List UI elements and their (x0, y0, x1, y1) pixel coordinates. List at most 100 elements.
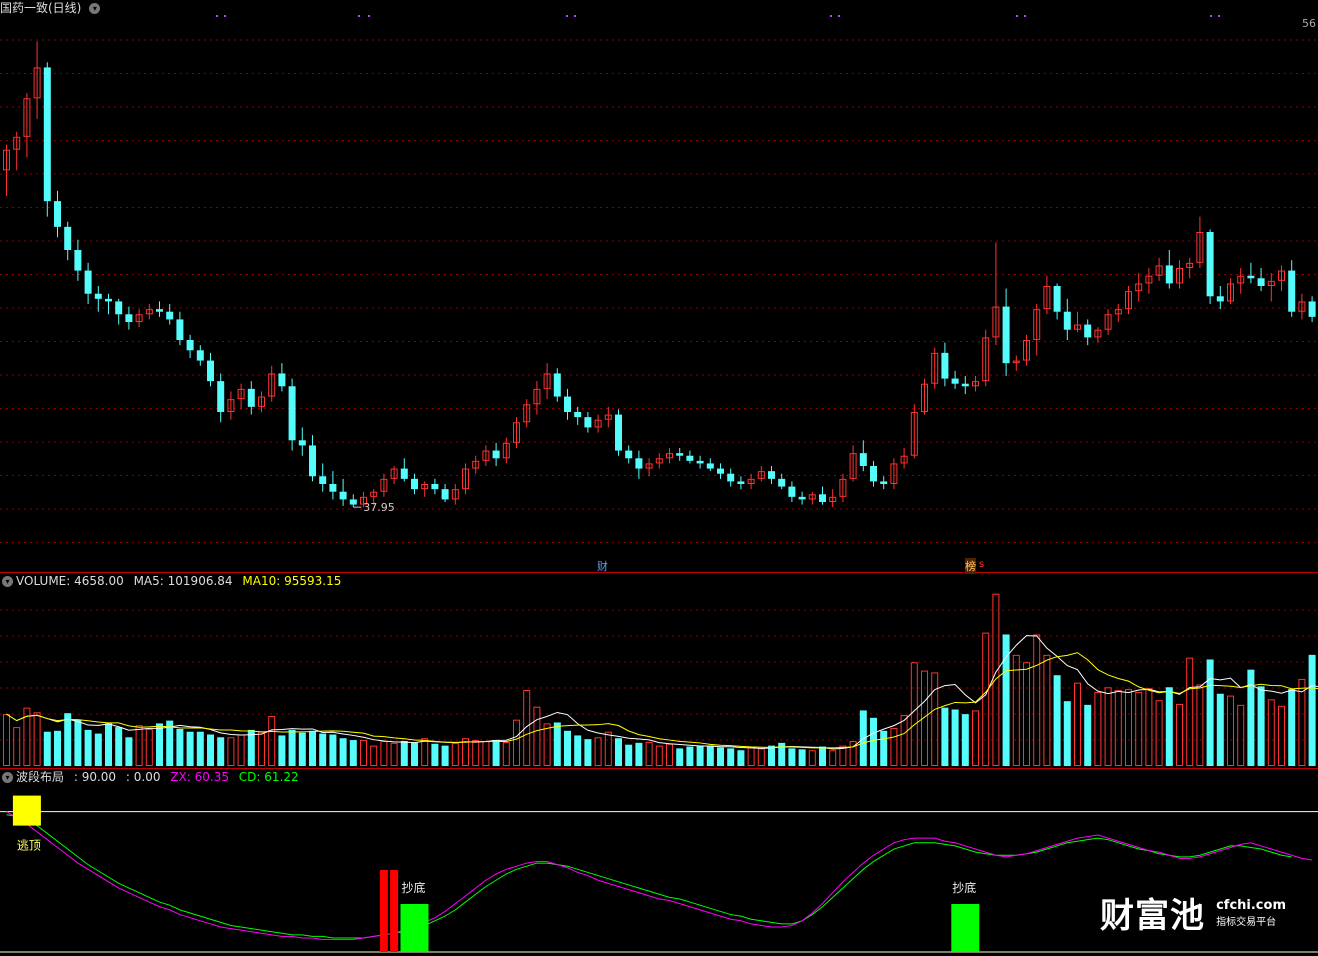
candle-body (298, 440, 306, 446)
volume-bar (982, 632, 990, 767)
candle-body (788, 486, 796, 497)
volume-bar (686, 746, 694, 766)
volume-bar (1012, 654, 1020, 766)
candle-body (349, 499, 357, 505)
candle-body (1063, 311, 1071, 330)
indicator-header: ▾ 波段布局 : 90.00 : 0.00 ZX: 60.35 CD: 61.22 (0, 769, 305, 785)
candle-body (207, 360, 214, 382)
volume-bar (747, 747, 755, 767)
volume-bar (645, 741, 653, 766)
chevron-down-icon[interactable]: ▾ (89, 3, 101, 14)
volume-bar (43, 731, 51, 766)
indicator-param-1: : 90.00 (73, 770, 117, 784)
volume-bar (1267, 699, 1275, 766)
candle-body (400, 468, 408, 479)
volume-bar (1094, 691, 1102, 766)
marker-s[interactable]: s (979, 559, 984, 570)
candle-body (870, 466, 877, 482)
volume-bar (1053, 675, 1061, 766)
marker-dot (1016, 15, 1018, 17)
candle-body (1216, 296, 1224, 302)
candle-body (74, 250, 82, 271)
candle-body (54, 201, 61, 227)
volume-bar (1125, 689, 1132, 766)
candle-body (196, 350, 204, 361)
volume-bar (54, 730, 61, 766)
volume-bar (1227, 695, 1234, 766)
volume-bar (319, 733, 327, 766)
volume-bar (1196, 684, 1204, 766)
indicator-param-2: : 0.00 (125, 770, 161, 784)
volume-bar (176, 728, 184, 766)
volume-bar (543, 723, 551, 766)
watermark-url: cfchi.com (1216, 897, 1286, 913)
volume-bar (196, 731, 204, 766)
volume-bar (757, 748, 765, 767)
candle-body (1288, 270, 1296, 312)
top-signal-box (12, 795, 41, 826)
marker-dot (358, 15, 360, 17)
cd-value: 61.22 (264, 770, 299, 784)
cd-line (6, 814, 1292, 939)
chevron-down-icon[interactable]: ▾ (2, 576, 13, 587)
candle-body (94, 293, 102, 299)
volume-bar (105, 723, 112, 766)
candle-body (553, 373, 561, 397)
bottom-signal-label: 抄底 (402, 880, 426, 895)
volume-bar (625, 744, 633, 766)
bottom-signal-label: 抄底 (952, 880, 976, 895)
candle-body (727, 473, 735, 482)
volume-bar (951, 709, 959, 766)
volume-bar (1165, 687, 1173, 766)
marker-dot (838, 15, 840, 17)
candle-body (1053, 286, 1061, 312)
ma5-value: 101906.84 (167, 574, 233, 588)
volume-bar (819, 746, 826, 766)
marker-dot (216, 15, 218, 17)
candle-body (1247, 275, 1255, 279)
candle-body (1308, 301, 1316, 317)
candle-body (329, 484, 337, 492)
candle-body (717, 468, 724, 474)
volume-bar (706, 745, 714, 766)
volume-bar (472, 740, 480, 767)
candle-body (798, 496, 806, 500)
candle-body (43, 67, 51, 202)
marker-bang[interactable]: 榜 (965, 558, 976, 574)
bottom-signal-box (951, 904, 980, 952)
volume-bar (615, 738, 622, 766)
marker-dot (368, 15, 370, 17)
watermark: 财富池 cfchi.com 指标交易平台 (1100, 888, 1286, 937)
candle-body (1257, 278, 1265, 286)
chevron-down-icon[interactable]: ▾ (2, 772, 13, 783)
volume-bar (125, 737, 133, 766)
candle-body (941, 352, 949, 379)
candle-body (737, 481, 745, 484)
volume-bar (655, 745, 663, 766)
volume-bar (676, 748, 684, 766)
volume-bar (156, 723, 163, 766)
red-signal-bar (379, 870, 388, 952)
marker-cai[interactable]: 财 (597, 558, 608, 574)
candle-body (686, 455, 694, 461)
volume-bar (574, 735, 582, 766)
volume-bar (349, 740, 357, 766)
volume-bar (635, 742, 643, 766)
volume-bar (258, 731, 265, 767)
zx-label: ZX: (170, 770, 191, 784)
main-header: 国药一致(日线) ▾ (0, 0, 103, 16)
price-top-label: 56 (1302, 17, 1316, 30)
volume-bar (737, 750, 745, 766)
chart-canvas[interactable]: 37.95 逃顶抄底 抄底 (0, 0, 1318, 956)
volume-bar (666, 743, 673, 767)
indicator-title: 波段布局 (16, 770, 65, 784)
volume-bar (961, 714, 969, 766)
marker-dot (566, 15, 568, 17)
volume-bar (594, 737, 602, 767)
volume-bar (941, 707, 949, 766)
candle-body (492, 450, 500, 459)
volume-title: VOLUME: (16, 574, 71, 588)
volume-header: ▾ VOLUME: 4658.00 MA5: 101906.84 MA10: 95… (0, 573, 347, 589)
volume-bar (788, 748, 796, 766)
volume-bar (390, 742, 398, 766)
